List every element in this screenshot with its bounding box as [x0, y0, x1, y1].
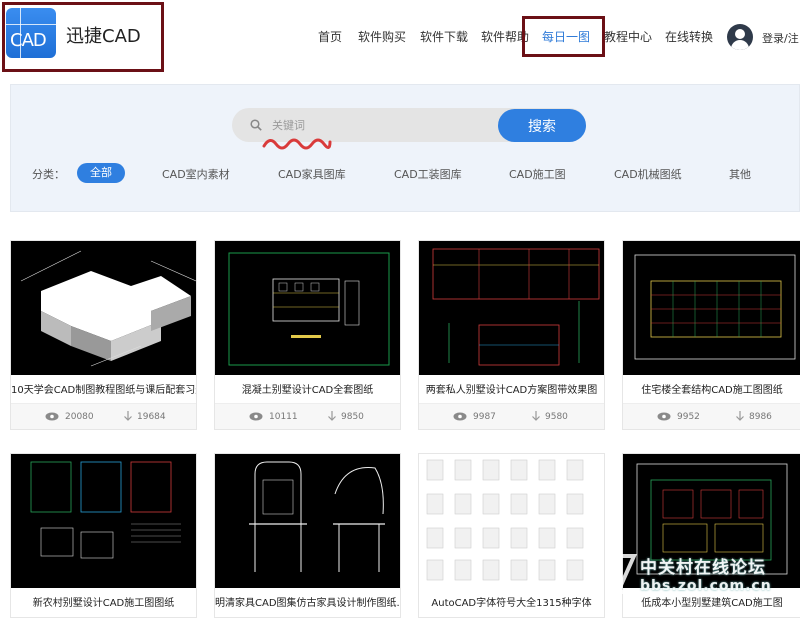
- view-count: 20080: [65, 412, 94, 422]
- download-count: 9580: [545, 412, 568, 422]
- view-count: 9952: [677, 412, 700, 422]
- brand-name[interactable]: 迅捷CAD: [66, 22, 141, 48]
- nav-item-online-convert[interactable]: 在线转换: [665, 28, 713, 45]
- download-icon: [532, 411, 540, 421]
- eye-icon: [657, 412, 671, 421]
- nav-item-download[interactable]: 软件下载: [420, 28, 468, 45]
- card-title[interactable]: 10天学会CAD制图教程图纸与课后配套习题: [11, 381, 196, 396]
- nav-item-purchase[interactable]: 软件购买: [358, 28, 406, 45]
- drawing-card[interactable]: 混凝土别墅设计CAD全套图纸 10111 9850: [214, 240, 401, 430]
- font-files-icon: [426, 459, 584, 581]
- card-title[interactable]: 两套私人别墅设计CAD方案图带效果图: [419, 381, 604, 396]
- eye-icon: [453, 412, 467, 421]
- watermark-text: 中关村在线论坛: [640, 558, 766, 578]
- view-count: 9987: [473, 412, 496, 422]
- card-title[interactable]: 混凝土别墅设计CAD全套图纸: [215, 381, 400, 396]
- card-stats: 20080 19684: [11, 403, 196, 429]
- download-icon: [328, 411, 336, 421]
- header: CAD 迅捷CAD 首页 软件购买 软件下载 软件帮助 每日一图 教程中心 在线…: [0, 0, 800, 72]
- isometric-block-icon: [20, 250, 196, 367]
- view-count: 10111: [269, 412, 298, 422]
- watermark-url: bbs.zol.com.cn: [640, 578, 772, 594]
- category-all[interactable]: 全部: [77, 163, 125, 183]
- cad-thumbnail[interactable]: [623, 241, 800, 375]
- card-title[interactable]: 住宅楼全套结构CAD施工图图纸: [623, 381, 800, 396]
- drawing-card[interactable]: 10天学会CAD制图教程图纸与课后配套习题 20080 19684: [10, 240, 197, 430]
- cad-thumbnail[interactable]: [11, 241, 196, 375]
- villa-section-icon: [432, 248, 600, 366]
- drawing-card[interactable]: 两套私人别墅设计CAD方案图带效果图 9987 9580: [418, 240, 605, 430]
- cad-thumbnail[interactable]: [11, 454, 196, 588]
- download-icon: [736, 411, 744, 421]
- drawing-card[interactable]: AutoCAD字体符号大全1315种字体: [418, 453, 605, 618]
- category-interior[interactable]: CAD室内素材: [162, 166, 230, 182]
- eye-icon: [45, 412, 59, 421]
- download-count: 9850: [341, 412, 364, 422]
- search-panel: [10, 84, 800, 212]
- category-label: 分类：: [32, 168, 65, 181]
- card-stats: 9952 8986: [623, 403, 800, 429]
- cad-logo-icon[interactable]: CAD: [6, 8, 56, 58]
- drawing-card[interactable]: 明清家具CAD图集仿古家具设计制作图纸...: [214, 453, 401, 618]
- eye-icon: [249, 412, 263, 421]
- card-stats: 10111 9850: [215, 403, 400, 429]
- annotation-squiggle: [262, 138, 332, 150]
- card-title[interactable]: 新农村别墅设计CAD施工图图纸: [11, 594, 196, 609]
- search-icon: [250, 119, 262, 131]
- category-furniture[interactable]: CAD家具图库: [278, 166, 346, 182]
- nav-item-home[interactable]: 首页: [318, 28, 342, 45]
- category-fitout[interactable]: CAD工装图库: [394, 166, 462, 182]
- nav-item-daily-image[interactable]: 每日一图: [542, 28, 590, 45]
- category-mechanical[interactable]: CAD机械图纸: [614, 166, 682, 182]
- rural-villa-sheet-icon: [30, 461, 181, 559]
- download-count: 8986: [749, 412, 772, 422]
- cad-thumbnail[interactable]: [419, 454, 604, 588]
- cad-thumbnail[interactable]: [215, 241, 400, 375]
- card-title[interactable]: AutoCAD字体符号大全1315种字体: [419, 594, 604, 609]
- cad-thumbnail[interactable]: [215, 454, 400, 588]
- category-other[interactable]: 其他: [729, 166, 751, 182]
- antique-chair-icon: [249, 461, 385, 572]
- villa-elevation-icon: [228, 252, 390, 366]
- drawing-card[interactable]: 住宅楼全套结构CAD施工图图纸 9952 8986: [622, 240, 800, 430]
- category-construction[interactable]: CAD施工图: [509, 166, 566, 182]
- download-count: 19684: [137, 412, 166, 422]
- drawing-card[interactable]: 新农村别墅设计CAD施工图图纸: [10, 453, 197, 618]
- download-icon: [124, 411, 132, 421]
- search-button[interactable]: 搜索: [498, 109, 586, 142]
- user-avatar-icon[interactable]: [727, 24, 753, 50]
- structure-grid-icon: [634, 254, 796, 360]
- card-title[interactable]: 明清家具CAD图集仿古家具设计制作图纸...: [215, 594, 400, 609]
- card-stats: 9987 9580: [419, 403, 604, 429]
- logo-text: CAD: [10, 30, 47, 51]
- nav-item-tutorials[interactable]: 教程中心: [604, 28, 652, 45]
- cad-thumbnail[interactable]: [419, 241, 604, 375]
- login-link[interactable]: 登录/注: [762, 30, 799, 46]
